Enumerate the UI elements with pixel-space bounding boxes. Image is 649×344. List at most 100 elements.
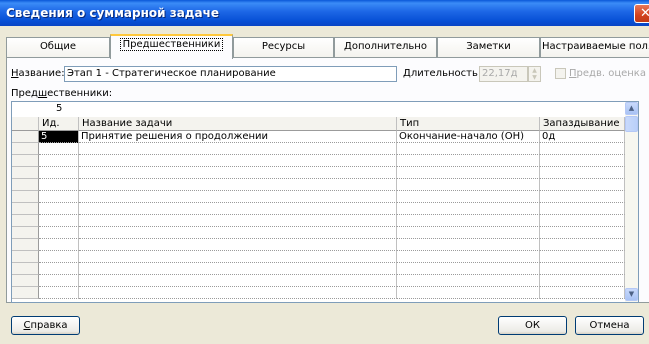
table-cell-lag[interactable] [540, 143, 625, 155]
tab-notes[interactable]: Заметки [437, 37, 540, 57]
help-button[interactable]: Справка [11, 316, 80, 335]
tab-resources[interactable]: Ресурсы [233, 37, 334, 57]
table-cell-type[interactable] [397, 215, 540, 227]
table-cell-id[interactable]: 5 [39, 131, 79, 143]
row-header[interactable] [12, 287, 39, 299]
tab-advanced[interactable]: Дополнительно [334, 37, 437, 57]
table-cell-name[interactable] [79, 215, 397, 227]
tab-general[interactable]: Общие [6, 37, 110, 57]
table-cell-name[interactable] [79, 143, 397, 155]
table-cell-id[interactable] [39, 215, 79, 227]
tab-custom-fields[interactable]: Настраиваемые поля [540, 37, 649, 57]
table-cell-id[interactable] [39, 275, 79, 287]
table-cell-id[interactable] [39, 263, 79, 275]
table-cell-type[interactable] [397, 263, 540, 275]
column-header-type[interactable]: Тип [397, 117, 540, 131]
table-cell-id[interactable] [39, 143, 79, 155]
table-cell-name[interactable]: Принятие решения о продолжении [79, 131, 397, 143]
table-cell-name[interactable] [79, 263, 397, 275]
row-header[interactable] [12, 263, 39, 275]
row-header[interactable] [12, 179, 39, 191]
column-header-lag[interactable]: Запаздывание [540, 117, 625, 131]
table-cell-lag[interactable] [540, 155, 625, 167]
table-cell-id[interactable] [39, 287, 79, 299]
table-cell-type[interactable] [397, 179, 540, 191]
title-bar[interactable]: Сведения о суммарной задаче ✕ [0, 0, 649, 26]
table-cell-lag[interactable]: 0д [540, 131, 625, 143]
scroll-thumb[interactable] [625, 116, 638, 132]
cell-edit-bar[interactable]: 5 [12, 102, 625, 118]
table-cell-name[interactable] [79, 251, 397, 263]
table-cell-id[interactable] [39, 155, 79, 167]
table-cell-lag[interactable] [540, 179, 625, 191]
table-cell-type[interactable] [397, 191, 540, 203]
table-cell-lag[interactable] [540, 203, 625, 215]
table-cell-id[interactable] [39, 167, 79, 179]
ok-button[interactable]: ОК [498, 316, 567, 335]
table-cell-lag[interactable] [540, 227, 625, 239]
table-cell-id[interactable] [39, 239, 79, 251]
row-header[interactable] [12, 155, 39, 167]
close-icon: ✕ [640, 6, 649, 21]
row-header[interactable] [12, 227, 39, 239]
close-button[interactable]: ✕ [634, 4, 649, 23]
table-cell-id[interactable] [39, 179, 79, 191]
row-header[interactable] [12, 203, 39, 215]
column-header-id[interactable]: Ид. [39, 117, 79, 131]
table-cell-name[interactable] [79, 203, 397, 215]
table-cell-id[interactable] [39, 251, 79, 263]
table-cell-type[interactable] [397, 227, 540, 239]
name-field[interactable]: Этап 1 - Стратегическое планирование [64, 66, 397, 82]
table-cell-type[interactable] [397, 203, 540, 215]
table-cell-name[interactable] [79, 287, 397, 299]
tab-strip: Общие Предшественники Ресурсы Дополнител… [6, 34, 649, 59]
table-cell-id[interactable] [39, 227, 79, 239]
table-cell-lag[interactable] [540, 215, 625, 227]
row-header[interactable] [12, 191, 39, 203]
row-header[interactable] [12, 251, 39, 263]
row-header[interactable] [12, 275, 39, 287]
row-header[interactable] [12, 131, 39, 143]
table-cell-lag[interactable] [540, 239, 625, 251]
table-cell-id[interactable] [39, 203, 79, 215]
table-cell-type[interactable] [397, 239, 540, 251]
row-header[interactable] [12, 215, 39, 227]
cancel-button[interactable]: Отмена [575, 316, 644, 335]
table-cell-type[interactable] [397, 287, 540, 299]
up-arrow-icon[interactable]: ▲ [625, 102, 638, 115]
table-cell-name[interactable] [79, 239, 397, 251]
vertical-scrollbar[interactable]: ▲ ▼ [625, 102, 638, 302]
table-cell-name[interactable] [79, 275, 397, 287]
tab-predecessors[interactable]: Предшественники [110, 34, 233, 59]
table-cell-type[interactable] [397, 155, 540, 167]
column-header-name[interactable]: Название задачи [79, 117, 397, 131]
table-cell-type[interactable]: Окончание-начало (ОН) [397, 131, 540, 143]
duration-field[interactable]: 22,17д [479, 66, 528, 82]
table-cell-lag[interactable] [540, 191, 625, 203]
table-cell-type[interactable] [397, 251, 540, 263]
table-cell-lag[interactable] [540, 167, 625, 179]
table-cell-lag[interactable] [540, 263, 625, 275]
summary-task-dialog: Сведения о суммарной задаче ✕ Общие Пред… [0, 0, 649, 344]
table-cell-name[interactable] [79, 155, 397, 167]
table-cell-type[interactable] [397, 167, 540, 179]
row-header[interactable] [12, 239, 39, 251]
down-arrow-icon[interactable]: ▼ [625, 288, 638, 301]
estimate-checkbox[interactable] [555, 68, 566, 79]
estimate-label: Предв. оценка [569, 68, 646, 79]
table-cell-name[interactable] [79, 227, 397, 239]
row-header[interactable] [12, 167, 39, 179]
table-cell-name[interactable] [79, 179, 397, 191]
table-cell-lag[interactable] [540, 287, 625, 299]
table-cell-type[interactable] [397, 275, 540, 287]
table-cell-name[interactable] [79, 191, 397, 203]
row-header[interactable] [12, 143, 39, 155]
duration-spinner[interactable]: ▲ ▼ [528, 66, 541, 82]
table-cell-lag[interactable] [540, 251, 625, 263]
dialog-title: Сведения о суммарной задаче [6, 6, 219, 20]
table-cell-id[interactable] [39, 191, 79, 203]
table-cell-type[interactable] [397, 143, 540, 155]
table-cell-name[interactable] [79, 167, 397, 179]
predecessors-table[interactable]: 5 Ид. Название задачи Тип Запаздывание 5… [11, 101, 639, 303]
table-cell-lag[interactable] [540, 275, 625, 287]
